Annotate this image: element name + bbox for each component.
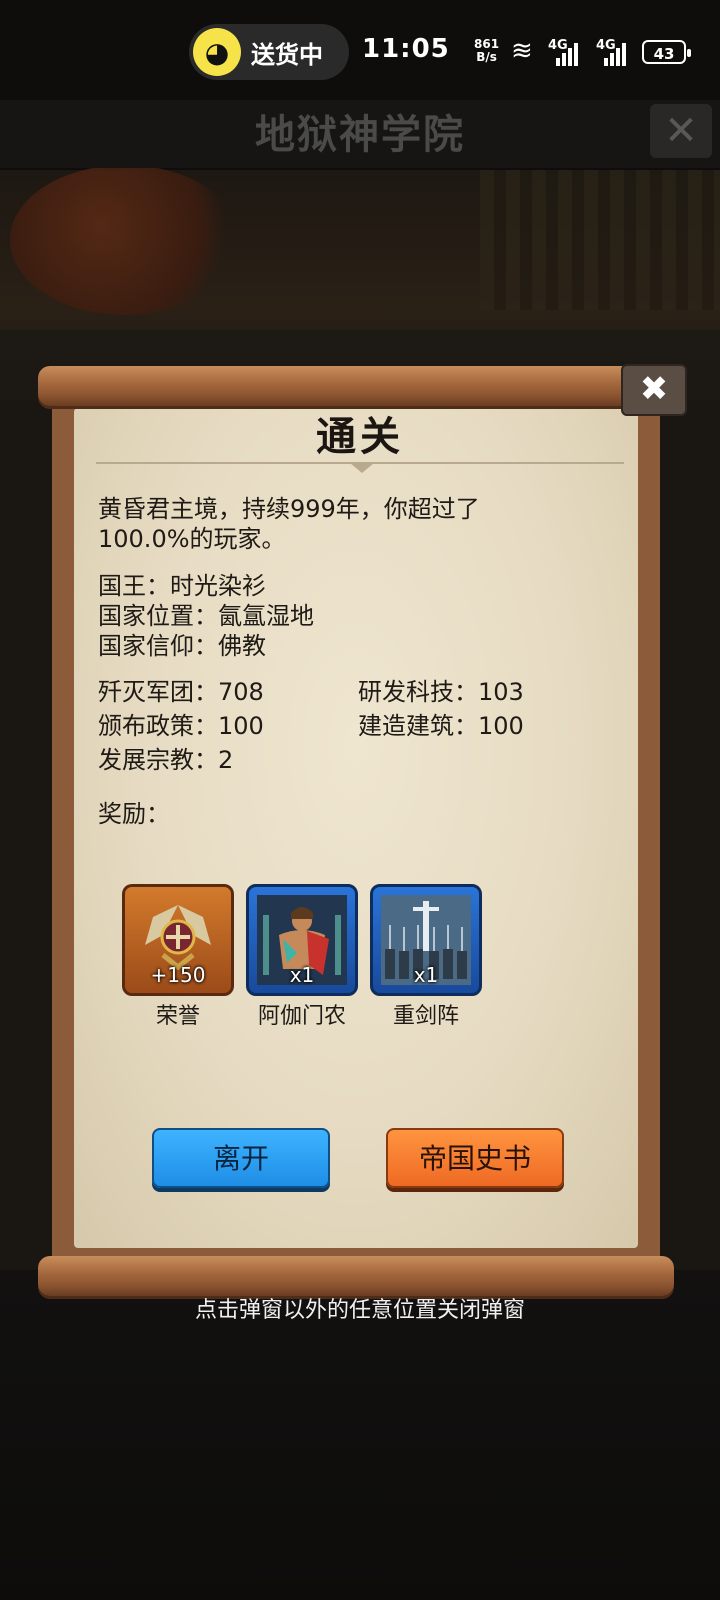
reward-count-sword-formation: x1 (413, 963, 439, 987)
reward-count-hero: x1 (289, 963, 315, 987)
stat-legions: 歼灭军团：708 (98, 678, 264, 706)
faith-info: 国家信仰：佛教 (98, 632, 266, 660)
battery-icon: 43 (642, 40, 691, 64)
net-speed-unit: B/s (476, 50, 497, 64)
reward-item-sword-formation[interactable]: x1 (370, 884, 482, 996)
stat-buildings: 建造建筑：100 (358, 712, 524, 740)
reward-label-sword-formation: 重剑阵 (392, 1004, 459, 1029)
leave-button[interactable]: 离开 (152, 1128, 330, 1188)
signal-bars-1-icon (556, 40, 586, 66)
net-speed: 861 B/s (474, 38, 499, 64)
signal-bars-2-icon (604, 40, 634, 66)
app-close-icon[interactable]: ✕ (650, 104, 712, 158)
dialog-title: 通关 (316, 414, 404, 460)
reward-label-honor: 荣誉 (155, 1004, 200, 1029)
title-divider-notch (350, 463, 374, 473)
stat-tech: 研发科技：103 (358, 678, 524, 706)
app-title: 地狱神学院 (255, 112, 465, 158)
background-forest (480, 170, 720, 310)
delivery-mascot-icon: ◕ (193, 28, 241, 76)
stat-religion: 发展宗教：2 (98, 746, 234, 774)
dismiss-hint: 点击弹窗以外的任意位置关闭弹窗 (194, 1298, 525, 1323)
wifi-icon: ≋ (511, 36, 533, 66)
reward-item-honor[interactable]: +150 (122, 884, 234, 996)
reward-item-hero[interactable]: x1 (246, 884, 358, 996)
scroll-rod-bottom (38, 1256, 674, 1296)
delivery-label: 送货中 (251, 40, 323, 69)
status-bar: ◕ 送货中 11:05 861 B/s ≋ 4G 4G 43 (0, 0, 720, 100)
reward-count-honor: +150 (150, 963, 206, 987)
empire-history-button[interactable]: 帝国史书 (386, 1128, 564, 1188)
scroll-rod-top (38, 366, 674, 406)
summary-text: 黄昏君主境，持续999年，你超过了100.0%的玩家。 (98, 495, 480, 553)
stat-policies: 颁布政策：100 (98, 712, 264, 740)
reward-label-hero: 阿伽门农 (257, 1004, 346, 1029)
background-tree (10, 165, 240, 315)
clock: 11:05 (362, 34, 450, 64)
rewards-heading: 奖励： (98, 800, 170, 828)
delivery-pill[interactable]: ◕ 送货中 (189, 24, 349, 80)
